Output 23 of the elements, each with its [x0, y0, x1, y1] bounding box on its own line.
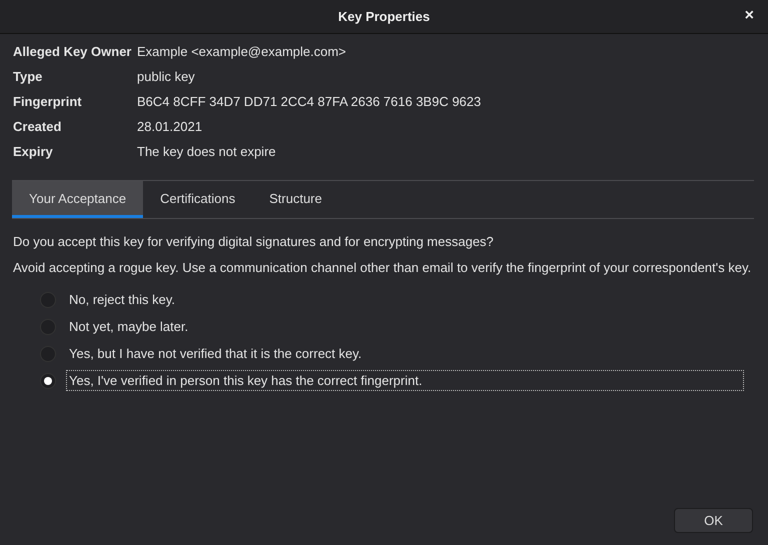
option-label[interactable]: No, reject this key.: [66, 289, 178, 310]
ok-button[interactable]: OK: [674, 508, 753, 533]
property-value: The key does not expire: [137, 144, 277, 160]
property-value: public key: [137, 69, 196, 85]
tab[interactable]: Certifications: [143, 181, 252, 218]
window-title: Key Properties: [338, 9, 430, 24]
option-label[interactable]: Not yet, maybe later.: [66, 316, 192, 337]
tab[interactable]: Your Acceptance: [12, 181, 144, 218]
property-label: Alleged Key Owner: [13, 44, 132, 60]
property-label: Expiry: [13, 144, 54, 160]
property-label: Created: [13, 119, 62, 135]
radio-button[interactable]: [40, 372, 56, 388]
question-text: Do you accept this key for verifying digital signatures and for encrypting messages?: [13, 234, 495, 250]
property-label: Fingerprint: [13, 94, 83, 110]
property-label: Type: [13, 69, 44, 85]
tab[interactable]: Structure: [252, 181, 339, 218]
property-value: 28.01.2021: [137, 119, 204, 135]
property-value: Example <example@example.com>: [137, 44, 348, 60]
warning-text: Avoid accepting a rogue key. Use a communication channel other than email to verify the fingerprint of your correspondent's key.: [13, 260, 752, 276]
option-label[interactable]: Yes, but I have not verified that it is the correct key.: [66, 343, 365, 364]
property-value: B6C4 8CFF 34D7 DD71 2CC4 87FA 2636 7616 3B9C 9623: [137, 94, 482, 110]
close-button[interactable]: ×: [740, 7, 758, 25]
option-label[interactable]: Yes, I've verified in person this key has the correct fingerprint.: [66, 370, 744, 391]
